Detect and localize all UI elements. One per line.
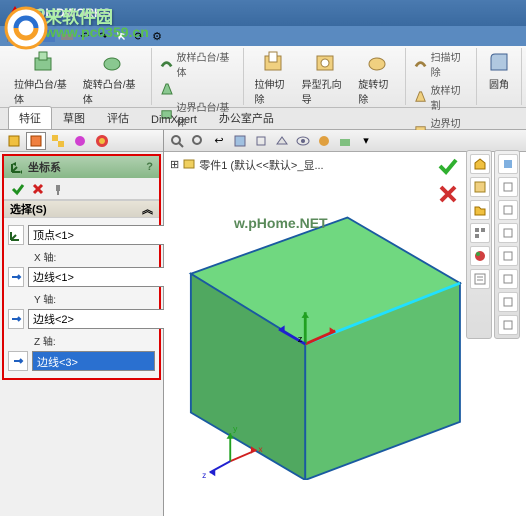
panel-tab-config-icon[interactable] bbox=[48, 132, 68, 150]
help-icon[interactable]: ? bbox=[146, 161, 153, 173]
view-orient-icon[interactable] bbox=[252, 132, 270, 150]
z-axis-input[interactable]: 边线<3> bbox=[32, 351, 155, 371]
origin-point-icon[interactable] bbox=[8, 225, 24, 245]
hole-wizard-button[interactable]: 异型孔向导 bbox=[298, 48, 353, 108]
fillet-button[interactable]: 圆角 bbox=[483, 48, 515, 93]
heads-up-6-icon[interactable] bbox=[498, 269, 518, 289]
qat-undo-icon[interactable]: ↶ bbox=[78, 29, 92, 43]
section-view-icon[interactable] bbox=[231, 132, 249, 150]
swept-boss-button[interactable]: 放样凸台/基体 bbox=[158, 48, 237, 80]
panel-tab-propmgr-icon[interactable] bbox=[26, 132, 46, 150]
tab-feature[interactable]: 特征 bbox=[8, 106, 52, 129]
view-settings-icon[interactable]: ▾ bbox=[357, 132, 375, 150]
graphics-viewport[interactable]: ↩ ▾ ⊞ 零件1 (默认<<默认>_显... w.pHome.NET bbox=[164, 130, 526, 516]
view-toolbar: ↩ ▾ bbox=[164, 130, 526, 152]
pushpin-icon[interactable] bbox=[50, 181, 66, 197]
panel-tab-render-icon[interactable] bbox=[92, 132, 112, 150]
collapse-icon[interactable]: ︽ bbox=[142, 201, 153, 217]
zoom-fit-icon[interactable] bbox=[168, 132, 186, 150]
revolve-boss-button[interactable]: 旋转凸台/基体 bbox=[79, 48, 146, 108]
origin-input[interactable] bbox=[28, 225, 180, 245]
heads-up-2-icon[interactable] bbox=[498, 177, 518, 197]
z-axis-label: Z 轴: bbox=[34, 333, 155, 348]
ok-icon[interactable] bbox=[10, 181, 26, 197]
heads-up-8-icon[interactable] bbox=[498, 315, 518, 335]
hide-show-icon[interactable] bbox=[294, 132, 312, 150]
display-style-icon[interactable] bbox=[273, 132, 291, 150]
svg-text:z: z bbox=[202, 470, 206, 480]
cancel-icon[interactable] bbox=[30, 181, 46, 197]
y-axis-input[interactable] bbox=[28, 309, 180, 329]
quick-access-toolbar: ↶ ↷ ⟳ ⚙ bbox=[0, 26, 526, 46]
y-axis-label: Y 轴: bbox=[34, 291, 155, 306]
y-flip-icon[interactable] bbox=[8, 309, 24, 329]
lofted-cut-button[interactable]: 放样切割 bbox=[412, 81, 470, 113]
task-resources-icon[interactable] bbox=[470, 154, 490, 174]
tab-evaluate[interactable]: 评估 bbox=[96, 106, 140, 129]
heads-up-3-icon[interactable] bbox=[498, 200, 518, 220]
site-logo bbox=[4, 6, 48, 50]
swept-cut-button[interactable]: 扫描切除 bbox=[412, 48, 470, 80]
qat-rebuild-icon[interactable]: ⟳ bbox=[132, 29, 146, 43]
x-axis-input[interactable] bbox=[28, 267, 180, 287]
task-view-palette-icon[interactable] bbox=[470, 223, 490, 243]
apply-scene-icon[interactable] bbox=[336, 132, 354, 150]
svg-text:z: z bbox=[298, 334, 303, 344]
edit-appearance-icon[interactable] bbox=[315, 132, 333, 150]
heads-up-7-icon[interactable] bbox=[498, 292, 518, 312]
x-axis-label: X 轴: bbox=[34, 249, 155, 264]
panel-tab-dim-icon[interactable] bbox=[70, 132, 90, 150]
task-pane bbox=[466, 150, 526, 339]
qat-print-icon[interactable] bbox=[60, 29, 74, 43]
qat-select-icon[interactable] bbox=[114, 29, 128, 43]
extrude-boss-button[interactable]: 拉伸凸台/基体 bbox=[10, 48, 77, 108]
zoom-area-icon[interactable] bbox=[189, 132, 207, 150]
tab-office[interactable]: 办公室产品 bbox=[208, 106, 285, 129]
tab-sketch[interactable]: 草图 bbox=[52, 106, 96, 129]
selection-section-header[interactable]: 选择(S) ︽ bbox=[4, 200, 159, 218]
task-design-lib-icon[interactable] bbox=[470, 177, 490, 197]
task-appearances-icon[interactable] bbox=[470, 246, 490, 266]
panel-tab-feature-icon[interactable] bbox=[4, 132, 24, 150]
qat-options-icon[interactable]: ⚙ bbox=[150, 29, 164, 43]
z-flip-icon[interactable] bbox=[8, 351, 28, 371]
flyout-tree-root[interactable]: ⊞ 零件1 (默认<<默认>_显... bbox=[170, 156, 324, 173]
task-file-explorer-icon[interactable] bbox=[470, 200, 490, 220]
propmgr-header: 坐标系 ? bbox=[4, 156, 159, 178]
graphics-ok-icon[interactable] bbox=[436, 154, 460, 178]
revolve-cut-button[interactable]: 旋转切除 bbox=[354, 48, 399, 108]
panel-tabs bbox=[0, 130, 163, 152]
ribbon: 拉伸凸台/基体 旋转凸台/基体 放样凸台/基体 边界凸台/基体 拉伸切除 异型孔… bbox=[0, 46, 526, 108]
heads-up-4-icon[interactable] bbox=[498, 223, 518, 243]
part-icon bbox=[182, 156, 196, 173]
heads-up-1-icon[interactable] bbox=[498, 154, 518, 174]
qat-redo-icon[interactable]: ↷ bbox=[96, 29, 110, 43]
task-custom-props-icon[interactable] bbox=[470, 269, 490, 289]
feature-manager-panel: 坐标系 ? 选择(S) ︽ X 轴: bbox=[0, 130, 164, 516]
title-bar: SOLIDWORKS bbox=[0, 0, 526, 26]
property-manager: 坐标系 ? 选择(S) ︽ X 轴: bbox=[2, 154, 161, 380]
lofted-boss-button[interactable] bbox=[158, 81, 237, 97]
expand-icon[interactable]: ⊞ bbox=[170, 158, 179, 171]
center-watermark: w.pHome.NET bbox=[234, 215, 328, 231]
prev-view-icon[interactable]: ↩ bbox=[210, 132, 228, 150]
tab-dimxpert[interactable]: DimXpert bbox=[140, 110, 208, 129]
extrude-cut-button[interactable]: 拉伸切除 bbox=[250, 48, 295, 108]
x-flip-icon[interactable] bbox=[8, 267, 24, 287]
graphics-cancel-icon[interactable] bbox=[436, 182, 460, 206]
heads-up-5-icon[interactable] bbox=[498, 246, 518, 266]
